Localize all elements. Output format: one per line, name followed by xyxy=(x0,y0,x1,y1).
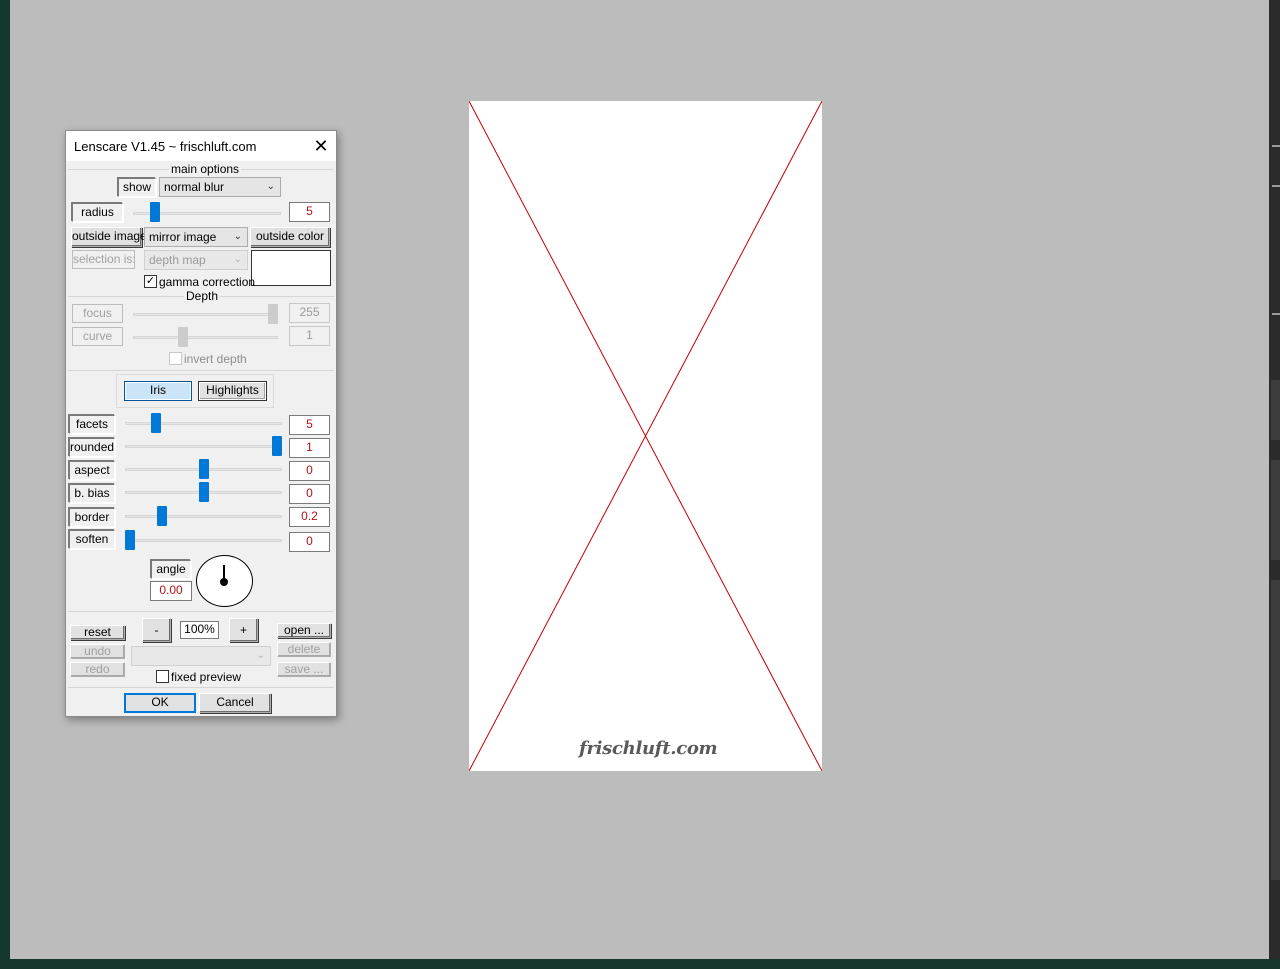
section-divider xyxy=(68,370,334,371)
border-slider-thumb[interactable] xyxy=(157,506,167,526)
focus-value-field: 255 xyxy=(289,303,330,323)
fixed-preview-label: fixed preview xyxy=(171,670,242,684)
open-preset-button[interactable]: open ... xyxy=(277,623,331,638)
right-panel-strip xyxy=(1269,0,1280,969)
radius-slider-thumb[interactable] xyxy=(150,202,160,222)
curve-slider-thumb[interactable] xyxy=(178,327,188,347)
zoom-level-field[interactable]: 100% xyxy=(180,621,219,639)
dialog-title: Lenscare V1.45 ~ frischluft.com xyxy=(74,139,257,154)
angle-dial-hub xyxy=(220,578,228,586)
chevron-down-icon: ⌄ xyxy=(266,181,275,192)
zoom-out-button[interactable]: - xyxy=(142,618,171,642)
rounded-value-field[interactable]: 1 xyxy=(289,438,330,458)
outside-color-button[interactable]: outside color xyxy=(250,227,330,247)
facets-slider-thumb[interactable] xyxy=(151,413,161,433)
focus-label: focus xyxy=(72,304,123,323)
selection-select-value: depth map xyxy=(149,253,206,267)
aspect-value-field[interactable]: 0 xyxy=(289,461,330,481)
tab-highlights[interactable]: Highlights xyxy=(198,381,267,401)
outside-image-select-value: mirror image xyxy=(149,230,217,244)
border-label[interactable]: border xyxy=(69,508,115,527)
rounded-slider-track[interactable] xyxy=(125,445,282,448)
save-preset-button[interactable]: save ... xyxy=(277,662,331,677)
depth-title: Depth xyxy=(184,289,221,303)
facets-slider-track[interactable] xyxy=(125,422,282,425)
redo-button[interactable]: redo xyxy=(70,662,125,677)
soften-value-field[interactable]: 0 xyxy=(289,532,330,552)
section-divider xyxy=(68,611,334,612)
curve-slider-track[interactable] xyxy=(133,336,278,339)
angle-dial[interactable] xyxy=(196,555,253,607)
cancel-button[interactable]: Cancel xyxy=(199,693,271,713)
outside-image-button[interactable]: outside image xyxy=(71,227,147,247)
bias-value-field[interactable]: 0 xyxy=(289,484,330,504)
soften-slider-thumb[interactable] xyxy=(125,530,135,550)
curve-label: curve xyxy=(72,327,123,346)
preview-placeholder-cross xyxy=(469,101,822,771)
border-value-field[interactable]: 0.2 xyxy=(289,507,330,527)
facets-value-field[interactable]: 5 xyxy=(289,415,330,435)
angle-value-field[interactable]: 0.00 xyxy=(150,581,192,601)
tab-iris[interactable]: Iris xyxy=(124,381,192,401)
ok-button[interactable]: OK xyxy=(124,693,196,713)
reset-button[interactable]: reset xyxy=(70,625,125,640)
soften-label[interactable]: soften xyxy=(69,530,115,549)
border-slider-track[interactable] xyxy=(125,515,282,518)
frischluft-logo: frischluft.com xyxy=(579,738,718,759)
zoom-in-button[interactable]: + xyxy=(229,618,258,642)
curve-value-field: 1 xyxy=(289,326,330,346)
facets-label[interactable]: facets xyxy=(69,415,115,434)
section-divider xyxy=(68,687,334,688)
show-label[interactable]: show xyxy=(118,178,156,197)
panel-block xyxy=(1271,460,1280,560)
bias-label[interactable]: b. bias xyxy=(69,484,115,503)
lenscare-dialog: Lenscare V1.45 ~ frischluft.com ✕ main o… xyxy=(65,130,337,717)
main-options-title: main options xyxy=(169,162,242,176)
show-select-value: normal blur xyxy=(164,180,225,194)
rounded-label[interactable]: rounded xyxy=(69,438,115,457)
bottom-strip xyxy=(0,959,1280,969)
bias-slider-thumb[interactable] xyxy=(199,482,209,502)
aspect-label[interactable]: aspect xyxy=(69,461,115,480)
aspect-slider-thumb[interactable] xyxy=(199,459,209,479)
fixed-preview-checkbox[interactable] xyxy=(156,670,169,683)
undo-button[interactable]: undo xyxy=(70,644,125,659)
rounded-slider-thumb[interactable] xyxy=(272,436,282,456)
soften-slider-track[interactable] xyxy=(125,539,282,542)
panel-block xyxy=(1271,380,1280,440)
angle-label[interactable]: angle xyxy=(151,560,191,579)
chevron-down-icon: ⌄ xyxy=(233,231,242,242)
delete-preset-button[interactable]: delete xyxy=(277,642,331,657)
preset-select[interactable]: ⌄ xyxy=(131,646,271,666)
gamma-correction-checkbox[interactable]: ✓ xyxy=(144,275,157,288)
invert-depth-label: invert depth xyxy=(184,352,247,366)
preview-image: frischluft.com xyxy=(469,101,822,771)
chevron-down-icon: ⌄ xyxy=(233,254,242,265)
radius-label[interactable]: radius xyxy=(72,203,123,222)
dialog-titlebar: Lenscare V1.45 ~ frischluft.com ✕ xyxy=(66,131,336,161)
show-select[interactable]: normal blur ⌄ xyxy=(159,177,281,197)
selection-label: selection is: xyxy=(72,250,136,269)
radius-value-field[interactable]: 5 xyxy=(289,202,330,222)
panel-tick xyxy=(1272,145,1280,147)
invert-depth-checkbox[interactable] xyxy=(169,352,182,365)
chevron-down-icon: ⌄ xyxy=(256,650,265,661)
panel-block xyxy=(1271,580,1280,880)
panel-tick xyxy=(1272,185,1280,187)
gamma-correction-label: gamma correction xyxy=(159,275,256,289)
selection-select[interactable]: depth map ⌄ xyxy=(144,250,248,270)
focus-slider-track[interactable] xyxy=(133,313,278,316)
close-icon[interactable]: ✕ xyxy=(310,134,332,158)
focus-slider-thumb[interactable] xyxy=(268,304,278,324)
panel-tick xyxy=(1272,313,1280,315)
outside-color-swatch[interactable] xyxy=(251,250,331,286)
outside-image-select[interactable]: mirror image ⌄ xyxy=(144,227,248,247)
